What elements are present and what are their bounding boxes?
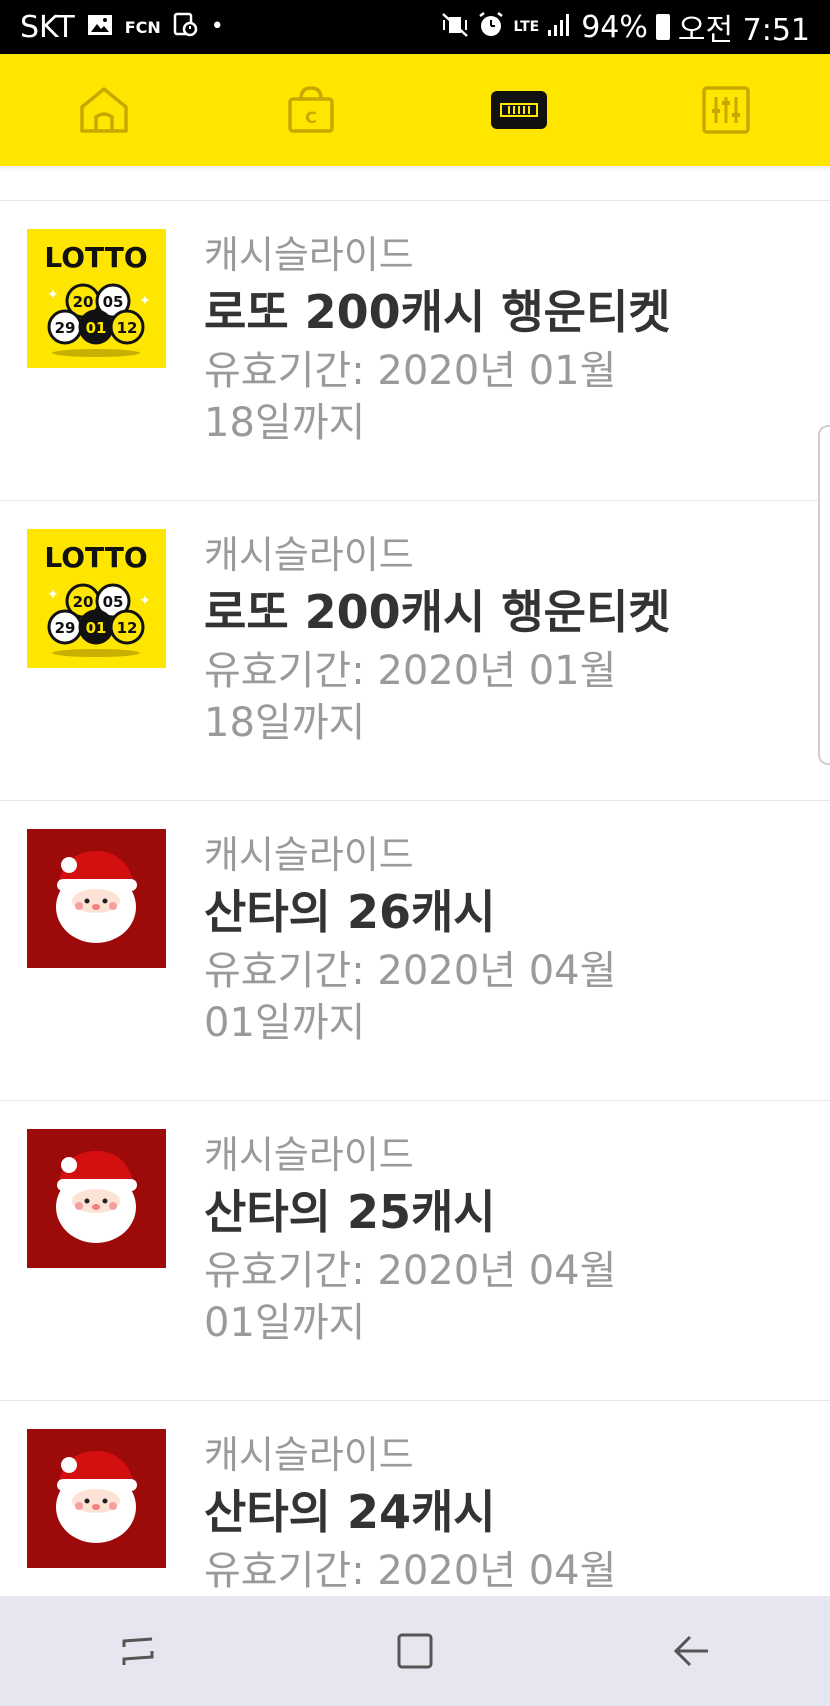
svg-text:01: 01 — [86, 319, 107, 337]
image-icon — [87, 14, 113, 41]
item-title: 산타의 25캐시 — [204, 1185, 496, 1239]
item-provider: 캐시슬라이드 — [204, 833, 414, 877]
svg-text:05: 05 — [103, 593, 124, 611]
tab-coupons[interactable] — [415, 54, 623, 166]
item-title: 산타의 24캐시 — [204, 1485, 496, 1539]
list-item[interactable]: 캐시슬라이드 산타의 24캐시 유효기간: 2020년 04월 — [0, 1401, 830, 1596]
item-title: 로또 200캐시 행운티켓 — [204, 585, 671, 639]
item-provider: 캐시슬라이드 — [204, 533, 414, 577]
svg-text:12: 12 — [117, 319, 138, 337]
list-item[interactable]: LOTTO 20 05 29 01 12 ✦ ✦ 캐시슬라이드 로또 200캐시… — [0, 501, 830, 801]
shopping-bag-icon: C — [288, 86, 334, 133]
item-provider: 캐시슬라이드 — [204, 1133, 414, 1177]
settings-sliders-icon — [702, 86, 750, 134]
svg-text:✦: ✦ — [139, 593, 151, 609]
santa-thumbnail — [27, 829, 166, 968]
svg-text:05: 05 — [103, 293, 124, 311]
home-square-icon — [397, 1633, 433, 1669]
santa-thumbnail — [27, 1429, 166, 1568]
recent-apps-button[interactable] — [0, 1596, 277, 1706]
status-right: LTE 94% 오전 7:51 — [441, 5, 810, 49]
svg-text:✦: ✦ — [47, 587, 59, 603]
tab-settings[interactable] — [623, 54, 830, 166]
svg-text:29: 29 — [55, 319, 76, 337]
coupon-list[interactable]: LOTTO 20 05 29 01 12 ✦ ✦ 캐시슬라이드 로또 200캐시… — [0, 166, 830, 1596]
svg-text:C: C — [305, 108, 317, 127]
vibrate-mute-icon — [441, 12, 469, 43]
ticket-icon — [490, 91, 547, 129]
item-validity: 유효기간: 2020년 01월 18일까지 — [204, 348, 617, 446]
signal-icon — [547, 13, 573, 42]
carrier-label: SKT — [20, 9, 75, 45]
item-validity: 유효기간: 2020년 04월 01일까지 — [204, 1248, 617, 1346]
list-top-spacer — [0, 166, 830, 201]
item-validity: 유효기간: 2020년 01월 18일까지 — [204, 648, 617, 746]
svg-text:29: 29 — [55, 619, 76, 637]
home-icon — [80, 87, 128, 133]
top-tab-bar: C — [0, 54, 830, 166]
item-text: 캐시슬라이드 산타의 25캐시 유효기간: 2020년 04월 01일까지 — [204, 1131, 764, 1349]
svg-text:✦: ✦ — [139, 293, 151, 309]
list-item[interactable]: LOTTO 20 05 29 01 12 ✦ ✦ 캐시슬라이드 로또 200캐시… — [0, 201, 830, 501]
battery-icon — [655, 14, 670, 40]
item-text: 캐시슬라이드 산타의 24캐시 유효기간: 2020년 04월 — [204, 1431, 764, 1596]
back-arrow-icon — [673, 1635, 708, 1667]
home-button[interactable] — [277, 1596, 554, 1706]
item-text: 캐시슬라이드 산타의 26캐시 유효기간: 2020년 04월 01일까지 — [204, 831, 764, 1049]
list-item[interactable]: 캐시슬라이드 산타의 26캐시 유효기간: 2020년 04월 01일까지 — [0, 801, 830, 1101]
svg-text:✦: ✦ — [47, 287, 59, 303]
edge-panel-handle[interactable] — [818, 425, 830, 765]
fcn-label: FCN — [124, 17, 161, 37]
tab-home[interactable] — [0, 54, 208, 166]
item-title: 로또 200캐시 행운티켓 — [204, 285, 671, 339]
list-item[interactable]: 캐시슬라이드 산타의 25캐시 유효기간: 2020년 04월 01일까지 — [0, 1101, 830, 1401]
item-validity: 유효기간: 2020년 04월 — [204, 1548, 617, 1594]
item-text: 캐시슬라이드 로또 200캐시 행운티켓 유효기간: 2020년 01월 18일… — [204, 531, 764, 749]
lotto-logo-text: LOTTO — [44, 241, 147, 274]
item-provider: 캐시슬라이드 — [204, 233, 414, 277]
item-text: 캐시슬라이드 로또 200캐시 행운티켓 유효기간: 2020년 01월 18일… — [204, 231, 764, 449]
clock-notification-icon — [173, 12, 199, 43]
alarm-icon — [477, 11, 505, 44]
battery-percent: 94% — [581, 9, 648, 45]
svg-text:01: 01 — [86, 619, 107, 637]
item-title: 산타의 26캐시 — [204, 885, 496, 939]
system-nav-bar — [0, 1596, 830, 1706]
status-bar: SKT FCN • LTE 94% 오전 7:51 — [0, 0, 830, 54]
dot-icon: • — [210, 14, 224, 39]
clock-time: 오전 7:51 — [677, 13, 810, 48]
recent-apps-icon — [122, 1637, 154, 1665]
lte-label: LTE — [513, 19, 540, 35]
svg-text:20: 20 — [73, 593, 94, 611]
svg-text:12: 12 — [117, 619, 138, 637]
santa-thumbnail — [27, 1129, 166, 1268]
back-button[interactable] — [553, 1596, 830, 1706]
svg-text:20: 20 — [73, 293, 94, 311]
item-validity: 유효기간: 2020년 04월 01일까지 — [204, 948, 617, 1046]
item-provider: 캐시슬라이드 — [204, 1433, 414, 1477]
lotto-thumbnail: LOTTO 20 05 29 01 12 ✦ ✦ — [27, 529, 166, 668]
tab-shop[interactable]: C — [208, 54, 416, 166]
lotto-logo-text: LOTTO — [44, 541, 147, 574]
status-left: SKT FCN • — [20, 10, 441, 45]
lotto-thumbnail: LOTTO 20 05 29 01 12 ✦ ✦ — [27, 229, 166, 368]
